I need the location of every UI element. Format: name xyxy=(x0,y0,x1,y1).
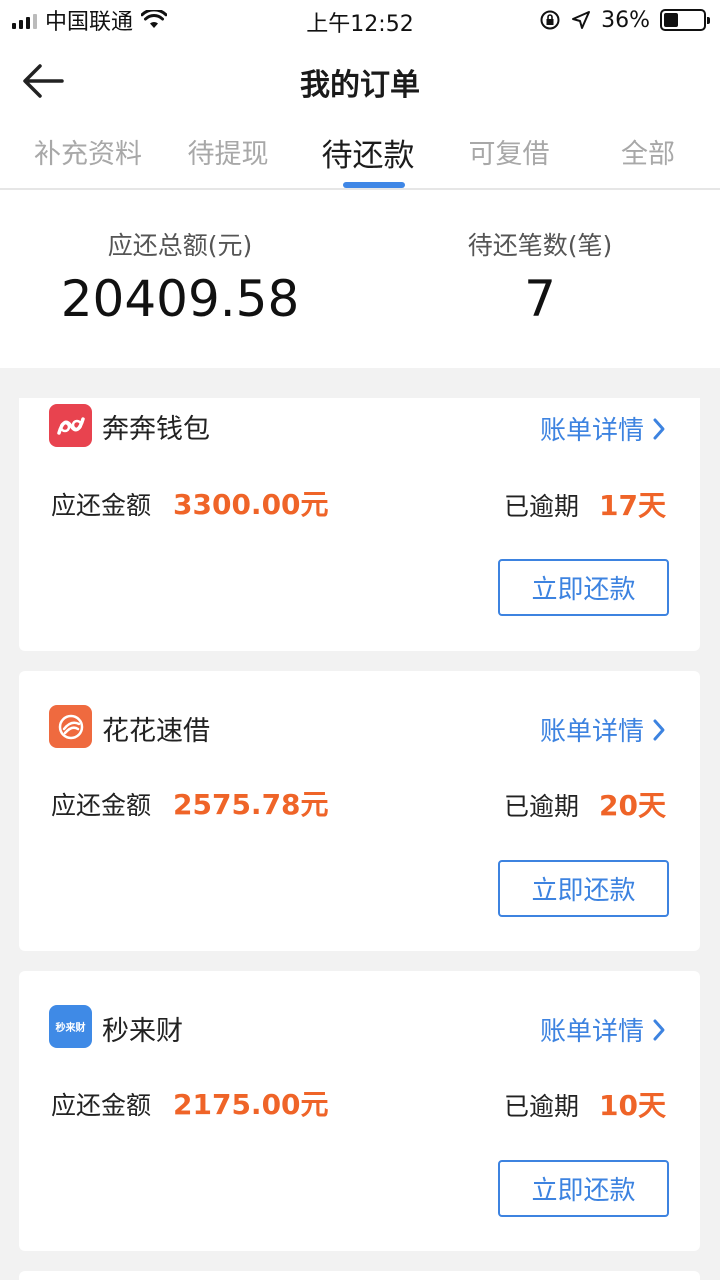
order-card: 花花速借 账单详情 应还金额 2575.78元 已逾期 20天 立即还款 xyxy=(19,671,700,951)
tab-supplement-info[interactable]: 补充资料 xyxy=(16,132,160,171)
overdue-days: 17天 xyxy=(599,489,666,522)
huahua-loan-logo-icon xyxy=(49,705,92,748)
battery-icon xyxy=(660,9,710,31)
overdue-label: 已逾期 xyxy=(504,1092,580,1121)
app-name: 花花速借 xyxy=(102,716,210,747)
overdue-days: 20天 xyxy=(599,789,666,822)
bill-details-label: 账单详情 xyxy=(539,717,644,747)
bill-details-label: 账单详情 xyxy=(539,416,644,446)
battery-fill xyxy=(664,13,678,27)
benben-wallet-logo-icon xyxy=(49,404,92,447)
nav-bar: 我的订单 xyxy=(0,40,720,124)
repay-now-button[interactable]: 立即还款 xyxy=(498,559,669,616)
total-due-value: 20409.58 xyxy=(60,270,300,328)
location-arrow-icon xyxy=(572,11,591,29)
overdue-info: 已逾期 17天 xyxy=(504,484,666,524)
battery-percent: 36% xyxy=(601,7,650,33)
miaolaicai-logo-icon: 秒来财 xyxy=(49,1005,92,1048)
order-tabs: 补充资料 待提现 待还款 可复借 全部 xyxy=(0,124,720,190)
overdue-info: 已逾期 10天 xyxy=(504,1084,666,1124)
overdue-days: 10天 xyxy=(599,1089,666,1122)
amount-due-label: 应还金额 xyxy=(51,791,152,820)
bill-details-link[interactable]: 账单详情 xyxy=(540,711,666,748)
bill-details-link[interactable]: 账单详情 xyxy=(540,1011,666,1048)
amount-due-label: 应还金额 xyxy=(51,491,152,520)
bill-details-label: 账单详情 xyxy=(539,1017,644,1047)
amount-due-value: 2175.00元 xyxy=(173,1088,329,1121)
rotation-lock-icon xyxy=(540,10,560,30)
total-due-label: 应还总额(元) xyxy=(107,231,253,260)
tab-pending-repayment[interactable]: 待还款 xyxy=(296,130,440,175)
pending-count-value: 7 xyxy=(524,270,556,328)
repayment-summary: 应还总额(元) 20409.58 待还笔数(笔) 7 xyxy=(0,190,720,368)
app-name: 奔奔钱包 xyxy=(102,414,210,445)
tab-pending-withdrawal[interactable]: 待提现 xyxy=(156,132,300,171)
app-name: 秒来财 xyxy=(102,1016,183,1047)
order-card: 奔奔钱包 账单详情 应还金额 3300.00元 已逾期 17天 立即还款 xyxy=(19,398,700,651)
repay-now-button[interactable]: 立即还款 xyxy=(498,1160,669,1217)
active-tab-indicator xyxy=(343,182,405,188)
overdue-label: 已逾期 xyxy=(504,792,580,821)
repay-now-button[interactable]: 立即还款 xyxy=(498,860,669,917)
amount-due-value: 2575.78元 xyxy=(173,788,329,821)
pending-count-label: 待还笔数(笔) xyxy=(467,231,613,260)
order-card-peek xyxy=(19,1271,700,1280)
order-card: 秒来财 秒来财 账单详情 应还金额 2175.00元 已逾期 10天 立即还款 xyxy=(19,971,700,1251)
status-bar-right: 36% xyxy=(539,6,710,34)
chevron-right-icon xyxy=(653,418,665,439)
chevron-right-icon xyxy=(653,1019,665,1040)
tab-all[interactable]: 全部 xyxy=(576,132,720,171)
chevron-right-icon xyxy=(653,719,665,740)
page-title: 我的订单 xyxy=(300,68,420,103)
overdue-info: 已逾期 20天 xyxy=(504,784,666,824)
overdue-label: 已逾期 xyxy=(504,492,580,521)
tab-reborrowable[interactable]: 可复借 xyxy=(437,132,581,171)
status-bar: 中国联通 上午12:52 36% xyxy=(0,0,720,40)
amount-due-value: 3300.00元 xyxy=(173,488,329,521)
amount-due-label: 应还金额 xyxy=(51,1091,152,1120)
bill-details-link[interactable]: 账单详情 xyxy=(540,410,666,447)
